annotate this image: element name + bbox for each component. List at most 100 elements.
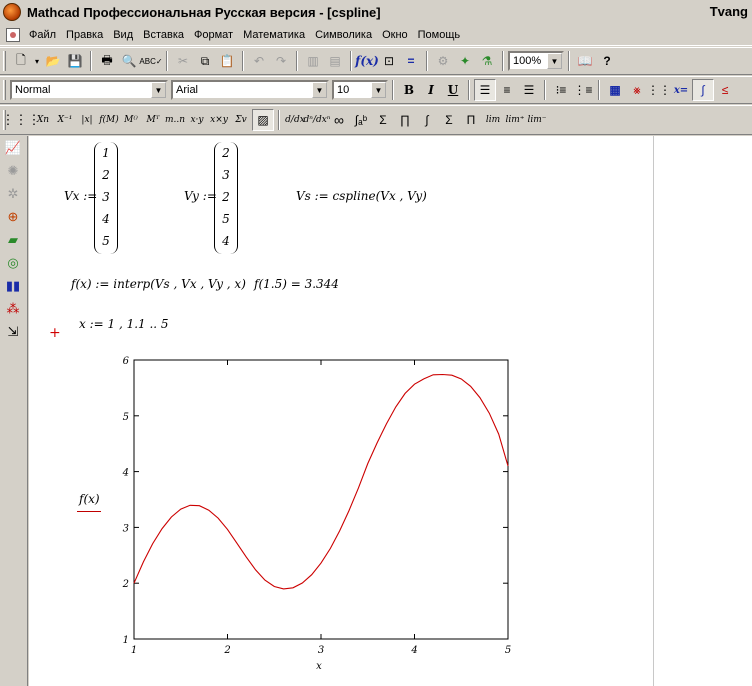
menu-help[interactable]: Помощь xyxy=(413,29,466,41)
bullet-list-icon[interactable]: ⁝≡ xyxy=(550,79,572,101)
vx-vector[interactable]: 1 2 3 4 5 xyxy=(94,142,118,254)
chevron-down-icon[interactable]: ▼ xyxy=(151,82,166,98)
nth-derivative-icon[interactable]: dⁿ/dxⁿ xyxy=(304,109,331,131)
resources-icon[interactable]: ⚗ xyxy=(476,50,498,72)
font-size-select[interactable]: 10 ▼ xyxy=(332,80,388,100)
picture-icon[interactable]: ▨ xyxy=(252,109,274,131)
align-left-icon[interactable]: ☰ xyxy=(474,79,496,101)
insert-unit-icon[interactable]: ⊡ xyxy=(378,50,400,72)
definite-integral-icon[interactable]: ∫ₐᵇ xyxy=(350,109,372,131)
right-limit-icon[interactable]: lim⁺ xyxy=(504,109,526,131)
surface-plot-icon[interactable]: ✲ xyxy=(2,183,24,205)
evaluation-palette-icon[interactable]: x= xyxy=(670,79,692,101)
vectorize-icon[interactable]: f(M) xyxy=(98,109,120,131)
numbered-list-icon[interactable]: ⋮≡ xyxy=(572,79,594,101)
cut-icon[interactable]: ✂ xyxy=(172,50,194,72)
copy-icon[interactable]: ⧉ xyxy=(194,50,216,72)
cross-product-icon[interactable]: x×y xyxy=(208,109,230,131)
paste-icon[interactable]: 📋 xyxy=(216,50,238,72)
inverse-icon[interactable]: X⁻¹ xyxy=(54,109,76,131)
underline-button[interactable]: U xyxy=(442,79,464,101)
scatter-plot-icon[interactable]: ⁂ xyxy=(2,298,24,320)
contour-plot-icon[interactable]: ◎ xyxy=(2,252,24,274)
determinant-icon[interactable]: |x| xyxy=(76,109,98,131)
new-dropdown-icon[interactable]: ▾ xyxy=(32,50,42,72)
indefinite-integral-icon[interactable]: ∫ xyxy=(416,109,438,131)
matrix-palette-icon[interactable]: ⋮⋮ xyxy=(647,79,671,101)
resource-center-icon[interactable]: 📖 xyxy=(574,50,596,72)
component-wizard-icon[interactable]: ✦ xyxy=(454,50,476,72)
vy-vector[interactable]: 2 3 2 5 4 xyxy=(214,142,238,254)
vector-sum-icon[interactable]: Σv xyxy=(230,109,252,131)
menu-edit[interactable]: Правка xyxy=(61,29,108,41)
print-icon[interactable]: 🖶 xyxy=(96,50,118,72)
align-down-icon[interactable]: ▤ xyxy=(324,50,346,72)
bold-button[interactable]: B xyxy=(398,79,420,101)
redo-icon[interactable]: ↷ xyxy=(270,50,292,72)
toolbar-grip[interactable] xyxy=(3,80,6,100)
italic-button[interactable]: I xyxy=(420,79,442,101)
calculate-icon[interactable]: = xyxy=(400,50,422,72)
limit-icon[interactable]: lim xyxy=(482,109,504,131)
graph-palette-icon[interactable]: ⨳ xyxy=(626,79,648,101)
transpose-icon[interactable]: Mᵀ xyxy=(142,109,164,131)
align-center-icon[interactable]: ≡ xyxy=(496,79,518,101)
chevron-down-icon[interactable]: ▼ xyxy=(371,82,386,98)
open-folder-icon[interactable]: 📂 xyxy=(42,50,64,72)
surface-3d-icon[interactable]: ▰ xyxy=(2,229,24,251)
bar-plot-icon[interactable]: ▮▮ xyxy=(2,275,24,297)
calculus-palette-icon[interactable]: ∫ xyxy=(692,79,714,101)
mathcad-app-icon[interactable] xyxy=(3,3,21,21)
vx-label[interactable]: Vx := xyxy=(64,189,97,203)
vector-field-icon[interactable]: ⇲ xyxy=(2,321,24,343)
align-across-icon[interactable]: ▥ xyxy=(302,50,324,72)
document-icon[interactable] xyxy=(6,27,20,42)
chevron-down-icon[interactable]: ▼ xyxy=(312,82,327,98)
f-evaluation[interactable]: f(1.5) = 3.344 xyxy=(254,277,339,291)
summation-icon[interactable]: Σ xyxy=(372,109,394,131)
dot-product-icon[interactable]: x·y xyxy=(186,109,208,131)
menu-math[interactable]: Математика xyxy=(238,29,310,41)
menu-symbolics[interactable]: Символика xyxy=(310,29,377,41)
help-icon[interactable]: ? xyxy=(596,50,618,72)
vy-label[interactable]: Vy := xyxy=(184,189,217,203)
style-select[interactable]: Normal ▼ xyxy=(10,80,168,100)
f-definition[interactable]: f(x) := interp(Vs , Vx , Vy , x) xyxy=(71,277,246,291)
font-select[interactable]: Arial ▼ xyxy=(171,80,329,100)
polar-plot-icon[interactable]: ✺ xyxy=(2,160,24,182)
insert-component-icon[interactable]: ⚙ xyxy=(432,50,454,72)
menu-format[interactable]: Формат xyxy=(189,29,238,41)
xy-plot[interactable]: 1 2 3 4 5 6 1 2 3 4 5 x xyxy=(69,351,519,671)
infinity-icon[interactable]: ∞ xyxy=(328,109,350,131)
menu-file[interactable]: Файл xyxy=(24,29,61,41)
product-icon[interactable]: ∏ xyxy=(394,109,416,131)
zoom-select[interactable]: 100% ▼ xyxy=(508,51,564,71)
menu-view[interactable]: Вид xyxy=(108,29,138,41)
vector-element: 5 xyxy=(102,234,110,248)
chevron-down-icon[interactable]: ▼ xyxy=(547,53,562,69)
xy-plot-icon[interactable]: 📈 xyxy=(2,137,24,159)
subscript-icon[interactable]: Xn xyxy=(32,109,54,131)
x-range-definition[interactable]: x := 1 , 1.1 .. 5 xyxy=(79,317,169,331)
new-document-icon[interactable]: 🗋 xyxy=(10,50,32,72)
toolbar-grip[interactable] xyxy=(3,51,6,71)
save-icon[interactable]: 💾 xyxy=(64,50,86,72)
calculator-palette-icon[interactable]: ▦ xyxy=(604,79,626,101)
superscript-icon[interactable]: M⁽⁾ xyxy=(120,109,142,131)
align-right-icon[interactable]: ☰ xyxy=(518,79,540,101)
matrix-icon[interactable]: ⋮⋮⋮ xyxy=(2,109,41,131)
insert-function-icon[interactable]: f(x) xyxy=(355,50,379,72)
undo-icon[interactable]: ↶ xyxy=(248,50,270,72)
range-summation-icon[interactable]: Σ xyxy=(438,109,460,131)
worksheet[interactable]: Vx := 1 2 3 4 5 Vy := 2 3 2 5 4 Vs := cs… xyxy=(29,136,752,686)
range-variable-icon[interactable]: m..n xyxy=(164,109,186,131)
left-limit-icon[interactable]: lim⁻ xyxy=(526,109,548,131)
range-product-icon[interactable]: Π xyxy=(460,109,482,131)
spell-check-icon[interactable]: ABC✓ xyxy=(139,50,162,72)
menu-insert[interactable]: Вставка xyxy=(138,29,189,41)
boolean-palette-icon[interactable]: ≤ xyxy=(714,79,736,101)
polar-globe-icon[interactable]: ⊕ xyxy=(2,206,24,228)
print-preview-icon[interactable]: 🔍 xyxy=(118,50,140,72)
vs-definition[interactable]: Vs := cspline(Vx , Vy) xyxy=(296,189,427,203)
menu-window[interactable]: Окно xyxy=(377,29,413,41)
